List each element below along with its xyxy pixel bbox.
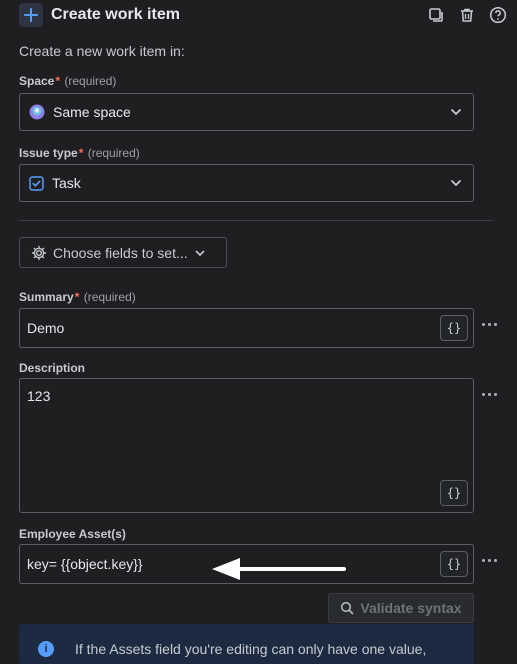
employee-asset-value: key= {{object.key}}: [27, 556, 143, 572]
validate-syntax-button[interactable]: Validate syntax: [328, 593, 474, 623]
smart-value-button[interactable]: {}: [440, 315, 468, 341]
required-marker: *: [55, 74, 61, 88]
required-marker: *: [74, 290, 80, 304]
required-marker: *: [78, 146, 84, 160]
divider: [19, 220, 493, 221]
description-textarea[interactable]: 123 {}: [19, 378, 474, 513]
space-avatar-icon: [29, 104, 45, 120]
space-value: Same space: [53, 104, 131, 120]
gear-icon: [31, 245, 47, 261]
choose-fields-button[interactable]: Choose fields to set...: [19, 237, 227, 268]
info-icon: i: [38, 641, 54, 657]
task-checkbox-icon: [29, 175, 44, 191]
header: Create work item: [19, 0, 509, 30]
issue-type-value: Task: [52, 175, 81, 191]
more-icon[interactable]: [482, 389, 502, 399]
space-select[interactable]: Same space: [19, 93, 474, 131]
trash-icon[interactable]: [456, 4, 478, 26]
duplicate-icon[interactable]: [425, 4, 447, 26]
intro-text: Create a new work item in:: [19, 43, 185, 59]
issue-type-select[interactable]: Task: [19, 164, 474, 202]
validate-syntax-label: Validate syntax: [360, 600, 462, 616]
chevron-down-icon: [449, 105, 463, 124]
annotation-arrow-icon: [212, 558, 346, 580]
search-icon: [340, 601, 354, 615]
chevron-down-icon: [194, 247, 206, 259]
more-icon[interactable]: [482, 555, 502, 565]
more-icon[interactable]: [482, 319, 502, 329]
plus-icon[interactable]: [19, 3, 43, 27]
info-banner: i If the Assets field you're editing can…: [19, 624, 474, 664]
description-label: Description: [19, 361, 86, 375]
chevron-down-icon: [449, 176, 463, 195]
summary-input[interactable]: Demo {}: [19, 308, 474, 348]
smart-value-button[interactable]: {}: [440, 551, 468, 577]
info-banner-text: If the Assets field you're editing can o…: [75, 641, 427, 657]
summary-label: Summary* (required): [19, 290, 136, 304]
summary-value: Demo: [27, 320, 65, 336]
issue-type-label: Issue type* (required): [19, 146, 140, 160]
page-title: Create work item: [51, 6, 180, 23]
space-label: Space* (required): [19, 74, 117, 88]
help-icon[interactable]: [487, 4, 509, 26]
description-value: 123: [27, 388, 51, 404]
choose-fields-label: Choose fields to set...: [53, 244, 188, 261]
smart-value-button[interactable]: {}: [440, 480, 468, 506]
employee-asset-label: Employee Asset(s): [19, 527, 126, 541]
